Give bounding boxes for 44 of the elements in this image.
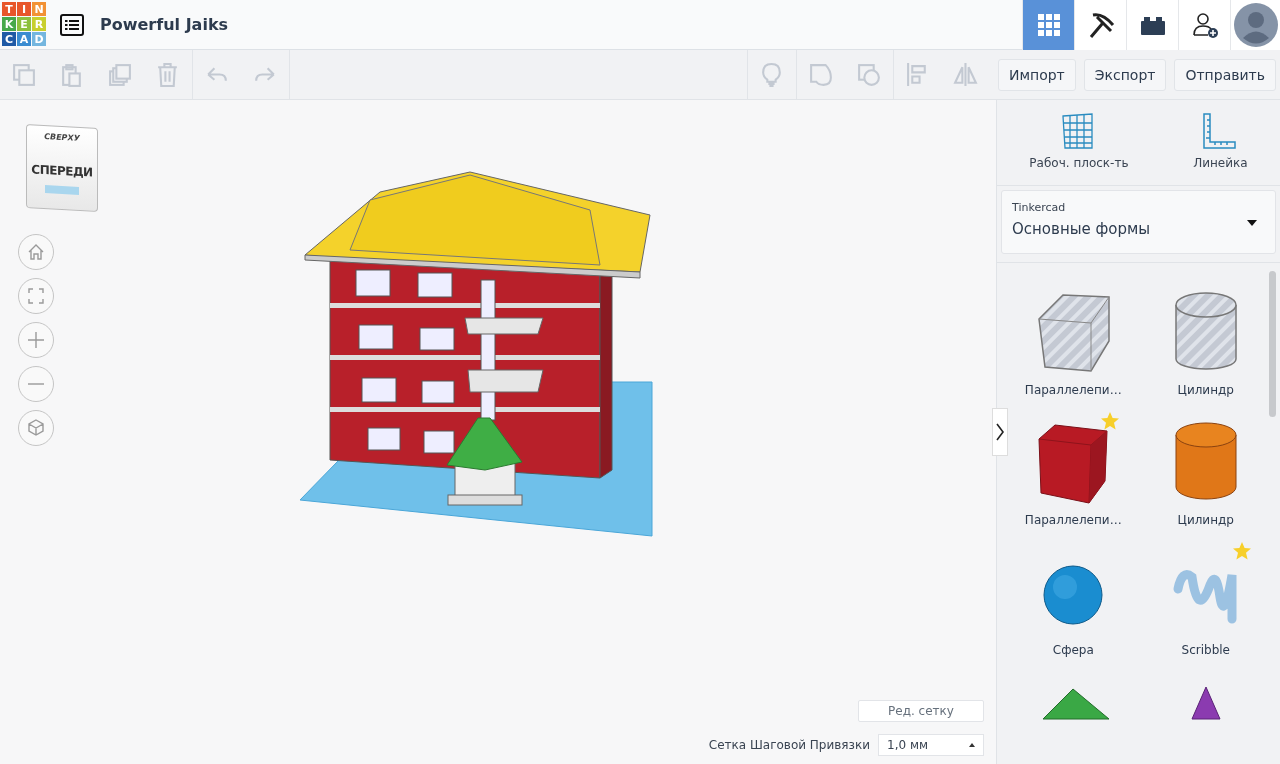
duplicate-icon [107, 61, 133, 88]
home-view-button[interactable] [18, 234, 54, 270]
import-button[interactable]: Импорт [997, 58, 1076, 91]
shape-tile[interactable]: Цилиндр [1139, 281, 1272, 397]
shape-library-dropdown[interactable]: Tinkercad Основные формы [1001, 190, 1276, 254]
chevron-icon [996, 423, 1004, 441]
send-button[interactable]: Отправить [1174, 58, 1276, 91]
snap-grid-dropdown[interactable]: 1,0 мм [878, 734, 984, 756]
add-user-icon [1190, 10, 1219, 39]
perspective-button[interactable] [18, 410, 54, 446]
copy-icon [11, 61, 37, 88]
invite-button[interactable] [1178, 0, 1230, 50]
star-icon [1099, 411, 1120, 431]
view-cube[interactable]: СВЕРХУ СПЕРЕДИ [26, 124, 98, 212]
avatar-icon [1233, 2, 1278, 47]
zoom-in-button[interactable] [18, 322, 54, 358]
cube-icon [25, 417, 47, 439]
zoom-out-button[interactable] [18, 366, 54, 402]
collapse-panel-button[interactable] [992, 408, 1008, 456]
list-icon[interactable] [60, 13, 84, 36]
bricks-tab[interactable] [1126, 0, 1178, 50]
scrollbar[interactable] [1269, 271, 1276, 417]
profile-button[interactable] [1230, 0, 1280, 50]
edit-grid-button[interactable]: Ред. сетку [858, 700, 984, 722]
shape-tile[interactable]: Параллелепи… [1007, 411, 1140, 527]
shape-tile[interactable]: Цилиндр [1139, 411, 1272, 527]
tinkercad-logo[interactable]: T I N K E R C A D [2, 2, 46, 46]
snap-grid-label: Сетка Шаговой Привязки [708, 738, 870, 752]
group-icon [807, 61, 834, 88]
shape-tile[interactable]: Сфера [1007, 541, 1140, 657]
plus-icon [25, 329, 47, 351]
ungroup-icon [855, 61, 882, 88]
design-title[interactable]: Powerful Jaiks [100, 15, 229, 34]
mirror-icon [952, 61, 979, 88]
shape-tile[interactable]: Scribble [1139, 541, 1272, 657]
fit-view-button[interactable] [18, 278, 54, 314]
minecraft-tab[interactable] [1074, 0, 1126, 50]
star-icon [1232, 541, 1252, 561]
export-button[interactable]: Экспорт [1083, 58, 1167, 91]
shape-tile[interactable]: Параллелепи… [1007, 281, 1140, 397]
fit-view-icon [25, 285, 47, 307]
minus-icon [27, 382, 45, 386]
ruler-button[interactable]: Линейка [1193, 112, 1248, 185]
workplane-button[interactable]: Рабоч. плоск-ть [1029, 112, 1129, 185]
